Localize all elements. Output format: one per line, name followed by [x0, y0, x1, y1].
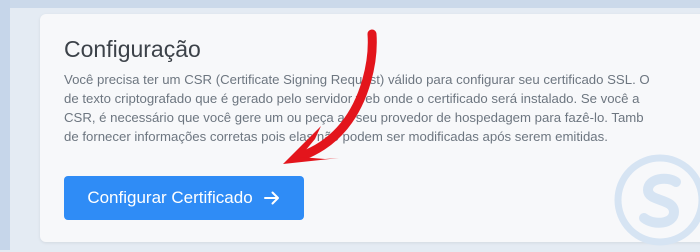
left-edge-bar	[0, 0, 10, 250]
description-line: de fornecer informações corretas pois el…	[64, 129, 608, 144]
section-description: Você precisa ter um CSR (Certificate Sig…	[64, 70, 700, 146]
configure-certificate-button[interactable]: Configurar Certificado	[64, 176, 304, 220]
s-logo-icon	[614, 154, 700, 246]
configuration-card: Configuração Você precisa ter um CSR (Ce…	[40, 14, 700, 242]
configure-certificate-label: Configurar Certificado	[87, 188, 253, 207]
section-title: Configuração	[64, 36, 201, 62]
arrow-right-icon	[263, 190, 281, 206]
description-line: CSR, é necessário que você gere um ou pe…	[64, 110, 644, 125]
top-edge-strip	[0, 0, 700, 8]
description-line: de texto criptografado que é gerado pelo…	[64, 91, 640, 106]
description-line: Você precisa ter um CSR (Certificate Sig…	[64, 72, 650, 87]
